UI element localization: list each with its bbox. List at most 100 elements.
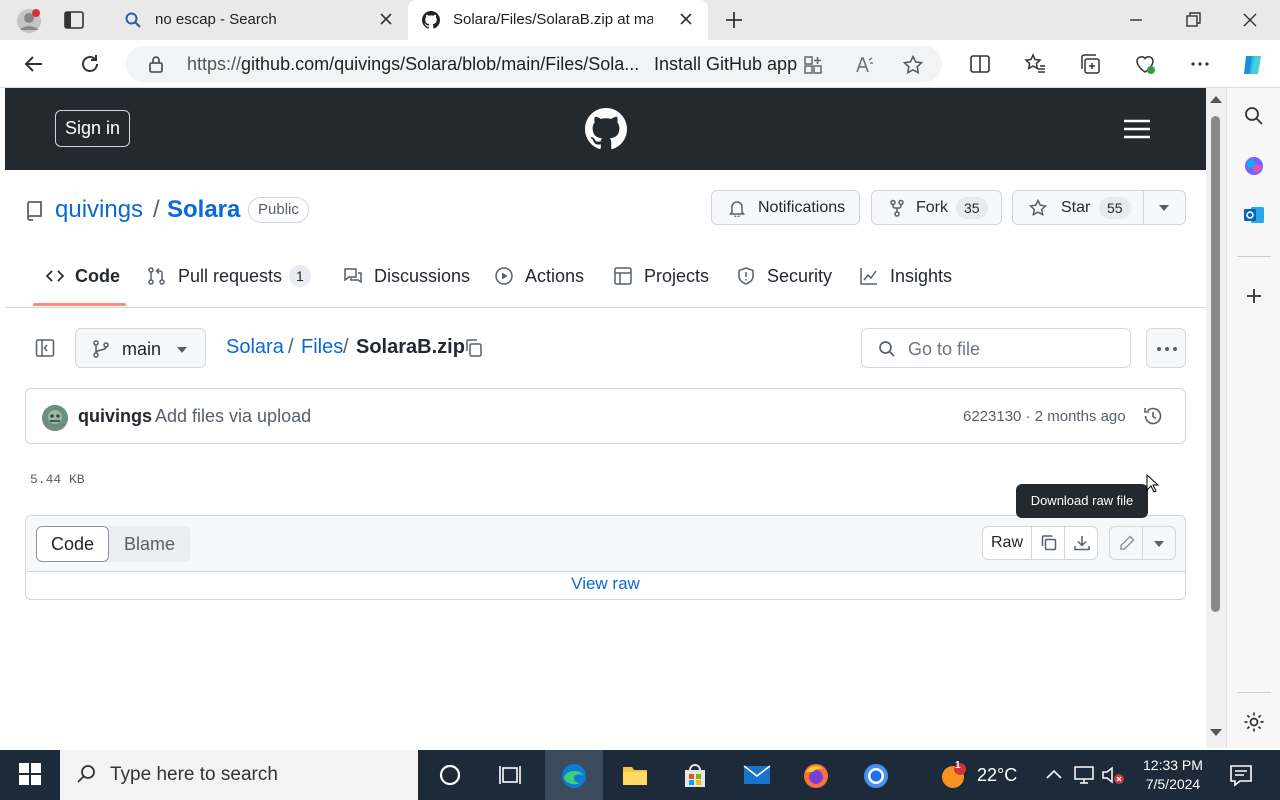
mail-icon[interactable] [742, 762, 771, 788]
repo-owner-link[interactable]: quivings [55, 196, 143, 224]
windows-start-icon[interactable] [18, 762, 44, 788]
history-icon[interactable] [1142, 405, 1164, 427]
fork-button[interactable]: Fork 35 [871, 190, 1002, 225]
fork-label: Fork [916, 199, 948, 216]
taskbar-search-placeholder: Type here to search [110, 764, 278, 785]
scrollbar-thumb[interactable] [1211, 116, 1220, 612]
edge-browser-icon[interactable] [560, 762, 586, 788]
view-mode-toggle: Code Blame [36, 526, 190, 562]
address-bar[interactable]: https://github.com/quivings/Solara/blob/… [126, 46, 942, 82]
sidebar-toggle-icon[interactable] [35, 338, 55, 358]
tab-actions-icon[interactable] [62, 9, 86, 31]
weather-badge: 1 [955, 760, 961, 771]
url-text[interactable]: https://github.com/quivings/Solara/blob/… [187, 54, 647, 75]
scroll-up-icon[interactable] [1210, 96, 1222, 103]
show-hidden-icons-chevron-icon[interactable] [1043, 764, 1069, 790]
projects-icon [613, 266, 633, 286]
chevron-down-icon [177, 347, 187, 353]
tab-label: Security [767, 266, 833, 286]
menu-icon[interactable] [1123, 118, 1151, 140]
settings-more-icon[interactable] [1188, 52, 1212, 76]
pull-request-count: 1 [289, 265, 311, 287]
star-button[interactable]: Star 55 [1012, 190, 1186, 225]
actions-play-icon [494, 266, 514, 286]
tab-label: Pull requests [178, 266, 283, 286]
minimize-icon[interactable] [1126, 10, 1146, 30]
copilot-apps-icon[interactable] [1242, 154, 1266, 178]
breadcrumb-folder-link[interactable]: Files [301, 336, 343, 359]
collections-icon[interactable] [1078, 52, 1102, 76]
commit-message-link[interactable]: Add files via upload [155, 406, 311, 427]
system-clock[interactable]: 12:33 PM 7/5/2024 [1143, 756, 1203, 794]
copy-path-icon[interactable] [464, 338, 484, 358]
git-branch-icon [92, 339, 110, 359]
outlook-icon[interactable] [1242, 203, 1266, 227]
edit-options-button[interactable] [1142, 526, 1176, 560]
edit-file-button[interactable] [1109, 526, 1143, 560]
copilot-icon[interactable] [1240, 52, 1264, 76]
sidebar-divider [1237, 692, 1271, 693]
go-to-file-input[interactable]: Go to file [861, 328, 1131, 368]
tab-search[interactable]: no escap - Search [110, 0, 408, 40]
task-view-icon[interactable] [497, 762, 523, 788]
branch-selector[interactable]: main [75, 328, 206, 368]
profile-avatar-icon[interactable] [16, 8, 42, 34]
commit-author-link[interactable]: quivings [78, 406, 152, 427]
breadcrumb-root-link[interactable]: Solara [226, 336, 284, 359]
page-scrollbar[interactable] [1206, 88, 1226, 748]
firefox-icon[interactable] [802, 762, 828, 788]
sign-in-button[interactable]: Sign in [55, 110, 130, 147]
volume-muted-icon[interactable] [1100, 764, 1126, 790]
download-tooltip: Download raw file [1016, 484, 1148, 518]
github-logo-icon[interactable] [585, 108, 627, 150]
tab-github[interactable]: Solara/Files/SolaraB.zip at main · [408, 0, 708, 40]
favorite-star-icon[interactable] [902, 54, 924, 76]
raw-button[interactable]: Raw [982, 526, 1032, 560]
network-icon[interactable] [1072, 764, 1098, 790]
scroll-down-icon[interactable] [1210, 729, 1222, 736]
add-sidebar-app-icon[interactable] [1242, 284, 1266, 308]
cortana-icon[interactable] [437, 762, 463, 788]
close-window-icon[interactable] [1240, 10, 1260, 30]
star-list-chevron-icon[interactable] [1159, 205, 1169, 211]
app-available-icon[interactable] [802, 54, 824, 76]
search-favicon-icon [124, 11, 142, 29]
avatar[interactable] [42, 405, 68, 431]
microsoft-store-icon[interactable] [681, 762, 707, 788]
repo-name-link[interactable]: Solara [167, 196, 240, 224]
notifications-center-icon[interactable] [1228, 763, 1254, 789]
tab-label: Actions [525, 266, 585, 286]
fork-icon [888, 199, 906, 217]
shield-icon [736, 266, 756, 286]
split-screen-icon[interactable] [968, 52, 992, 76]
code-view-button[interactable]: Code [36, 526, 109, 562]
restore-icon[interactable] [1183, 10, 1203, 30]
sidebar-settings-icon[interactable] [1242, 710, 1266, 734]
commit-meta[interactable]: 6223130 · 2 months ago [963, 408, 1126, 425]
taskbar-search-box[interactable]: Type here to search [60, 750, 418, 800]
view-raw-link[interactable]: View raw [26, 574, 1185, 594]
refresh-icon[interactable] [78, 52, 102, 76]
file-explorer-icon[interactable] [621, 762, 647, 788]
close-tab-icon[interactable] [378, 11, 394, 27]
favorites-icon[interactable] [1023, 52, 1047, 76]
close-tab-icon[interactable] [678, 11, 694, 27]
temperature[interactable]: 22°C [977, 765, 1017, 786]
chrome-icon[interactable] [862, 762, 888, 788]
copy-raw-button[interactable] [1031, 526, 1065, 560]
back-icon[interactable] [22, 52, 46, 76]
lock-icon[interactable] [148, 55, 164, 73]
blame-view-button[interactable]: Blame [109, 526, 190, 562]
search-icon[interactable] [1242, 104, 1266, 128]
browser-essentials-icon[interactable] [1133, 52, 1157, 76]
read-aloud-icon[interactable] [854, 54, 876, 76]
repo-icon [25, 200, 43, 222]
new-tab-icon[interactable] [722, 8, 746, 32]
weather-icon[interactable]: 1 [940, 760, 966, 788]
more-options-button[interactable] [1146, 328, 1186, 368]
star-count: 55 [1099, 197, 1131, 219]
repo-header: quivings / Solara Public Notifications F… [5, 170, 1206, 308]
notifications-button[interactable]: Notifications [711, 190, 860, 225]
install-app-button[interactable]: Install GitHub app [654, 54, 797, 75]
download-raw-button[interactable] [1064, 526, 1098, 560]
